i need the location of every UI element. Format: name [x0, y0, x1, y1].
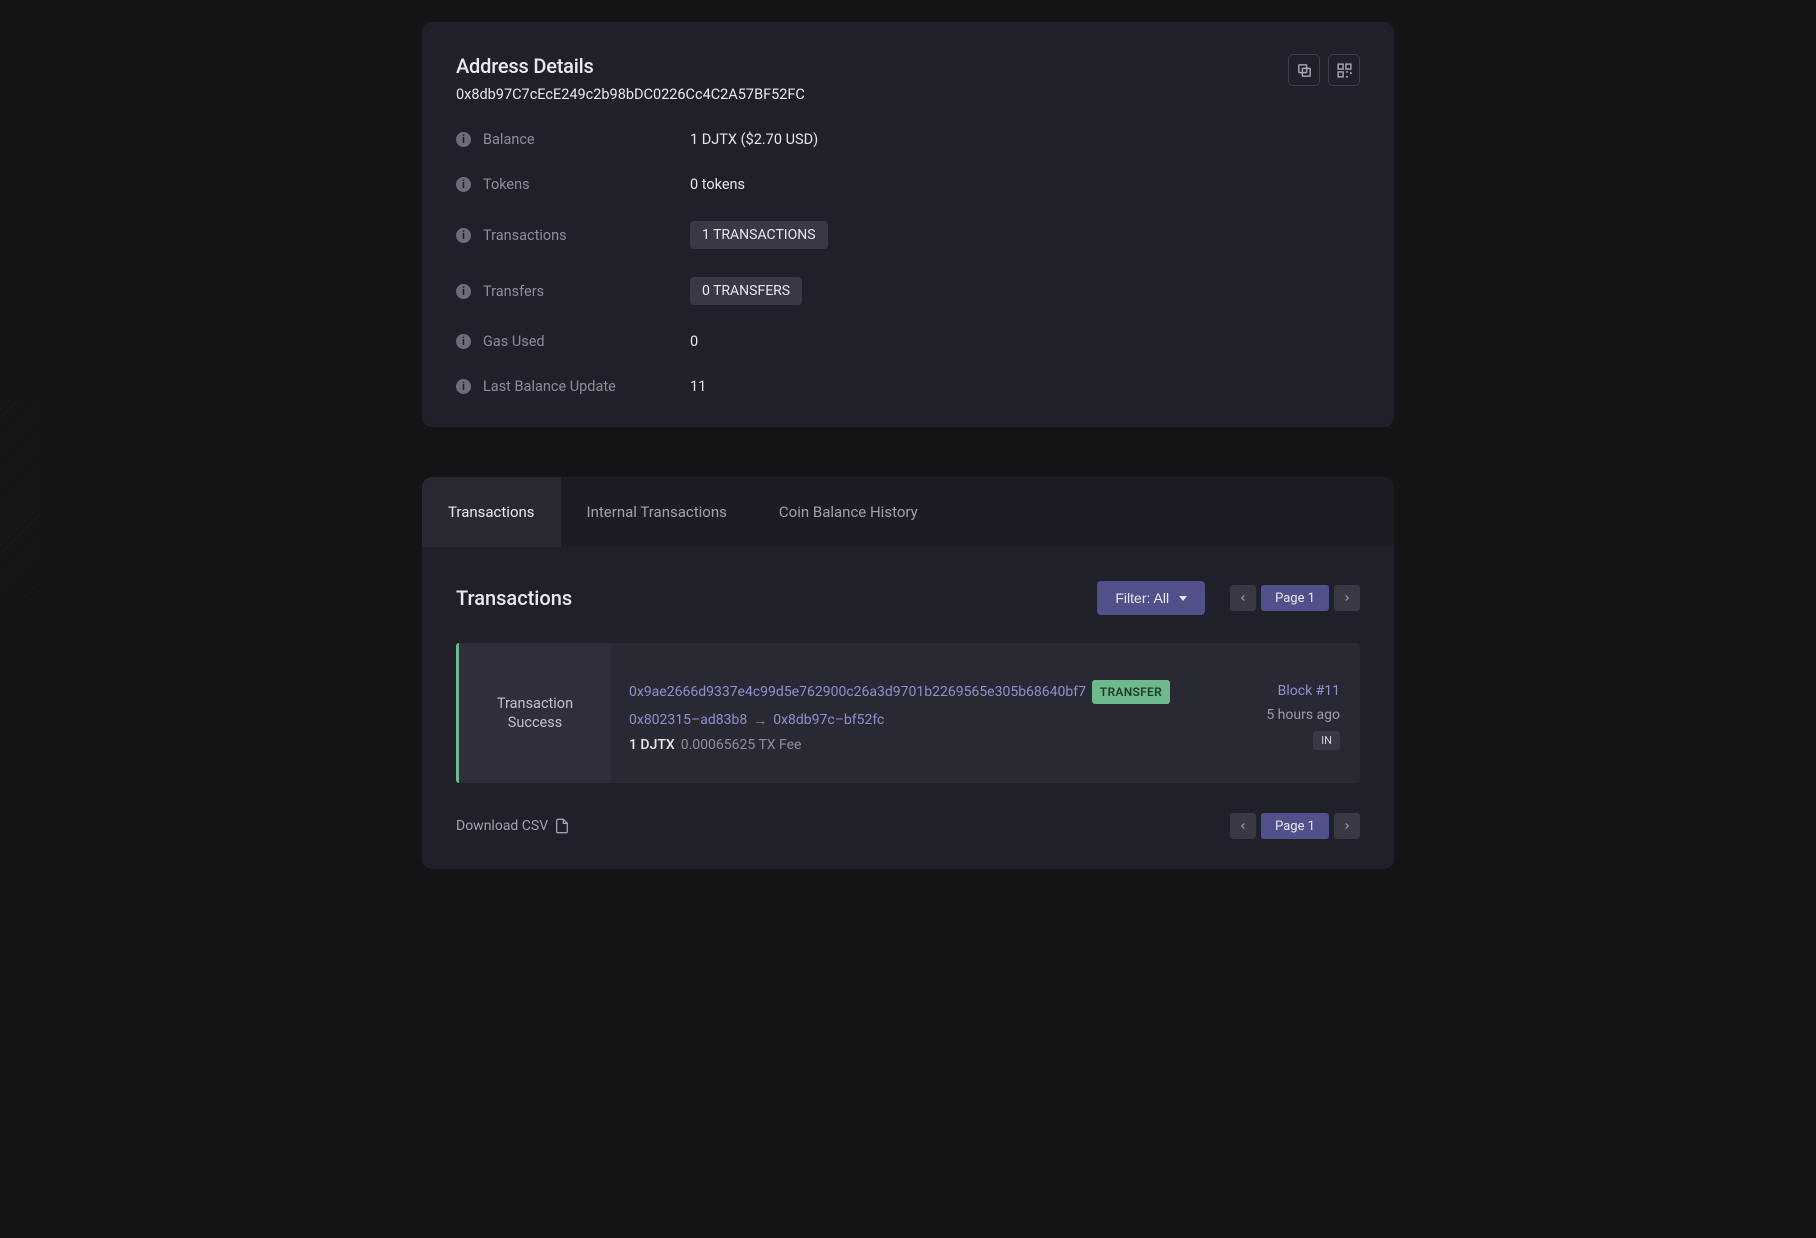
qrcode-button[interactable] — [1328, 54, 1360, 86]
gas-used-value: 0 — [690, 333, 698, 350]
tab-transactions[interactable]: Transactions — [422, 477, 561, 547]
next-page-button[interactable] — [1334, 585, 1360, 611]
transfers-count-badge[interactable]: 0 TRANSFERS — [690, 277, 802, 305]
balance-label: Balance — [483, 131, 535, 148]
background-decoration — [0, 400, 40, 600]
tabs-bar: Transactions Internal Transactions Coin … — [422, 477, 1394, 547]
info-icon[interactable]: i — [456, 228, 471, 243]
transaction-status: Transaction Success — [459, 643, 611, 783]
transactions-title: Transactions — [456, 586, 572, 610]
block-link[interactable]: Block #11 — [1278, 683, 1340, 699]
tab-internal-transactions[interactable]: Internal Transactions — [561, 477, 753, 547]
transaction-hash-link[interactable]: 0x9ae2666d9337e4c99d5e762900c26a3d9701b2… — [629, 684, 1086, 700]
direction-tag: IN — [1313, 731, 1340, 750]
info-icon[interactable]: i — [456, 334, 471, 349]
page-title: Address Details — [456, 54, 805, 78]
download-csv-link[interactable]: Download CSV — [456, 817, 570, 835]
to-address-link[interactable]: 0x8db97c–bf52fc — [773, 712, 884, 728]
info-icon[interactable]: i — [456, 379, 471, 394]
tokens-value: 0 tokens — [690, 176, 745, 193]
chevron-right-icon — [1342, 821, 1352, 831]
pager-top: Page 1 — [1230, 585, 1360, 611]
status-line1: Transaction — [497, 695, 573, 712]
tab-coin-balance-history[interactable]: Coin Balance History — [753, 477, 944, 547]
page-indicator: Page 1 — [1261, 813, 1329, 839]
copy-button[interactable] — [1288, 54, 1320, 86]
address-hash: 0x8db97C7cEcE249c2b98bDC0226Cc4C2A57BF52… — [456, 86, 805, 103]
transaction-row: Transaction Success 0x9ae2666d9337e4c99d… — [456, 643, 1360, 783]
from-address-link[interactable]: 0x802315–ad83b8 — [629, 712, 747, 728]
copy-icon — [1296, 62, 1313, 79]
transfer-tag: TRANSFER — [1092, 680, 1170, 704]
filter-label: Filter: All — [1115, 590, 1169, 606]
next-page-button[interactable] — [1334, 813, 1360, 839]
chevron-left-icon — [1238, 821, 1248, 831]
file-icon — [554, 817, 570, 835]
pager-bottom: Page 1 — [1230, 813, 1360, 839]
qrcode-icon — [1336, 62, 1353, 79]
transfers-label: Transfers — [483, 283, 544, 300]
info-icon[interactable]: i — [456, 132, 471, 147]
chevron-right-icon — [1342, 593, 1352, 603]
tx-time: 5 hours ago — [1266, 707, 1340, 723]
status-line2: Success — [508, 714, 562, 731]
info-icon[interactable]: i — [456, 177, 471, 192]
tx-amount: 1 DJTX — [629, 737, 675, 753]
tokens-label: Tokens — [483, 176, 530, 193]
filter-dropdown[interactable]: Filter: All — [1097, 581, 1205, 615]
last-balance-update-value[interactable]: 11 — [690, 378, 706, 395]
prev-page-button[interactable] — [1230, 585, 1256, 611]
arrow-icon: → — [753, 712, 767, 729]
last-balance-update-label: Last Balance Update — [483, 378, 616, 395]
tx-fee: 0.00065625 TX Fee — [681, 737, 802, 753]
chevron-down-icon — [1179, 596, 1187, 601]
info-icon[interactable]: i — [456, 284, 471, 299]
address-details-card: Address Details 0x8db97C7cEcE249c2b98bDC… — [422, 22, 1394, 427]
gas-used-label: Gas Used — [483, 333, 545, 350]
balance-value: 1 DJTX ($2.70 USD) — [690, 131, 818, 148]
prev-page-button[interactable] — [1230, 813, 1256, 839]
chevron-left-icon — [1238, 593, 1248, 603]
page-indicator: Page 1 — [1261, 585, 1329, 611]
transactions-label: Transactions — [483, 227, 567, 244]
transactions-count-badge[interactable]: 1 TRANSACTIONS — [690, 221, 828, 249]
download-csv-label: Download CSV — [456, 818, 548, 834]
